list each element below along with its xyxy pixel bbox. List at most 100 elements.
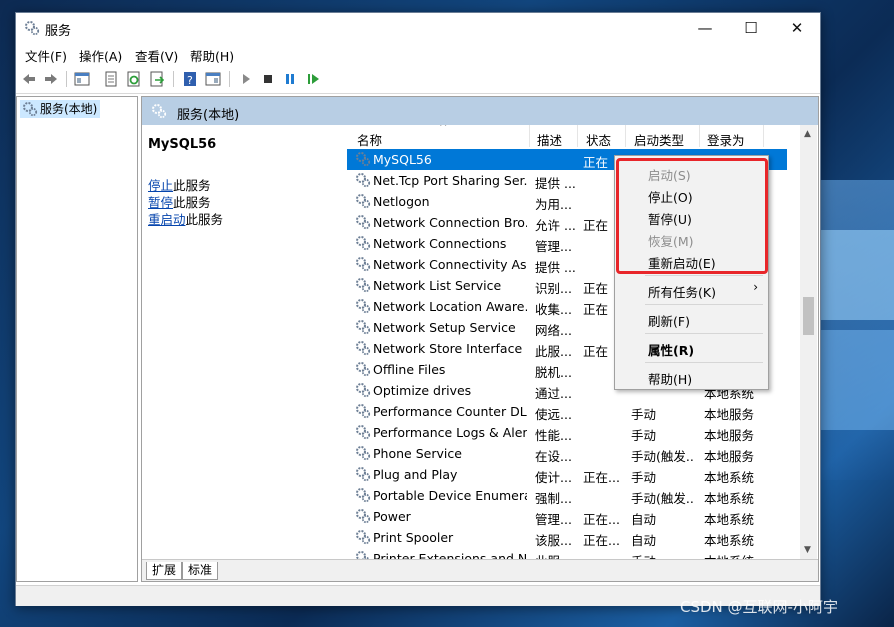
restart-service-icon[interactable] bbox=[305, 71, 321, 87]
column-divider[interactable] bbox=[699, 125, 700, 147]
table-row[interactable]: Performance Logs & Aler... 性能... 手动 本地服务 bbox=[347, 422, 787, 443]
stop-service-link[interactable]: 停止 bbox=[148, 178, 173, 193]
column-startup-type[interactable]: 启动类型 bbox=[634, 130, 684, 149]
action-suffix: 此服务 bbox=[185, 212, 224, 227]
service-status-cell: 正在... bbox=[583, 533, 620, 548]
menu-view[interactable]: 查看(V) bbox=[135, 46, 178, 65]
action-suffix: 此服务 bbox=[173, 178, 211, 193]
start-service-icon[interactable] bbox=[238, 71, 254, 87]
service-gear-icon bbox=[356, 173, 371, 188]
context-menu-properties[interactable]: 属性(R) bbox=[648, 340, 694, 359]
menu-help[interactable]: 帮助(H) bbox=[190, 46, 234, 65]
service-description-cell: 脱机... bbox=[535, 365, 572, 380]
service-gear-icon bbox=[356, 425, 371, 440]
column-name[interactable]: 名称 bbox=[357, 130, 382, 149]
pause-service-icon[interactable] bbox=[282, 71, 298, 87]
close-button[interactable]: ✕ bbox=[774, 13, 820, 43]
forward-icon[interactable] bbox=[43, 71, 59, 87]
service-gear-icon bbox=[356, 341, 371, 356]
tab-extended[interactable]: 扩展 bbox=[146, 562, 183, 580]
service-name-cell: Net.Tcp Port Sharing Ser... bbox=[373, 173, 527, 188]
maximize-button[interactable]: ☐ bbox=[728, 13, 774, 43]
window-title: 服务 bbox=[45, 24, 72, 39]
service-gear-icon bbox=[356, 362, 371, 377]
service-status-cell: 正在... bbox=[583, 512, 620, 527]
context-menu-all-tasks[interactable]: 所有任务(K) bbox=[648, 282, 716, 301]
title-bar: 服务 — ☐ ✕ bbox=[16, 13, 820, 43]
service-gear-icon bbox=[356, 530, 371, 545]
scrollbar-thumb[interactable] bbox=[803, 297, 814, 335]
export-icon[interactable] bbox=[149, 71, 165, 87]
table-row[interactable]: Portable Device Enumera... 强制... 手动(触发... 本… bbox=[347, 485, 787, 506]
properties-icon[interactable] bbox=[103, 71, 119, 87]
action-suffix: 此服务 bbox=[173, 195, 211, 210]
tab-standard[interactable]: 标准 bbox=[182, 562, 219, 580]
context-menu-separator bbox=[645, 304, 763, 305]
highlight-annotation-box bbox=[616, 158, 768, 274]
back-icon[interactable] bbox=[21, 71, 37, 87]
scroll-down-icon[interactable]: ▼ bbox=[804, 545, 811, 555]
column-status[interactable]: 状态 bbox=[586, 130, 611, 149]
table-row[interactable]: Printer Extensions and N... 此服... 手动 本地系统 bbox=[347, 548, 787, 559]
service-description-cell: 网络... bbox=[535, 323, 572, 338]
service-gear-icon bbox=[356, 320, 371, 335]
tree-node-services-local[interactable]: 服务(本地) bbox=[20, 100, 101, 118]
service-name-cell: Optimize drives bbox=[373, 383, 472, 398]
show-hide-action-pane-icon[interactable] bbox=[205, 71, 221, 87]
table-row[interactable]: Phone Service 在设... 手动(触发... 本地服务 bbox=[347, 443, 787, 464]
service-status-cell: 正在... bbox=[583, 470, 620, 485]
pane-title: 服务(本地) bbox=[177, 108, 240, 123]
service-startup-type-cell: 手动 bbox=[631, 407, 657, 422]
menu-action[interactable]: 操作(A) bbox=[79, 46, 122, 65]
desktop-window-logo-pane bbox=[820, 330, 894, 430]
service-description-cell: 提供 ... bbox=[535, 176, 575, 191]
context-menu-refresh[interactable]: 刷新(F) bbox=[648, 311, 690, 330]
scroll-up-icon[interactable]: ▲ bbox=[804, 129, 811, 139]
service-name-cell: Netlogon bbox=[373, 194, 430, 209]
pause-service-link[interactable]: 暂停 bbox=[148, 195, 173, 210]
service-name-cell: Print Spooler bbox=[373, 530, 454, 545]
submenu-arrow-icon: › bbox=[753, 280, 758, 294]
service-gear-icon bbox=[356, 551, 370, 559]
service-startup-type-cell: 自动 bbox=[631, 512, 657, 527]
service-name-cell: Power bbox=[373, 509, 411, 524]
column-divider[interactable] bbox=[577, 125, 578, 147]
toolbar: ? bbox=[16, 65, 820, 94]
service-gear-icon bbox=[356, 404, 371, 419]
desktop-window-logo-pane bbox=[820, 230, 894, 320]
service-description-cell: 管理... bbox=[535, 512, 572, 527]
context-menu-help[interactable]: 帮助(H) bbox=[648, 369, 692, 388]
column-divider[interactable] bbox=[763, 125, 764, 147]
service-gear-icon bbox=[356, 488, 371, 503]
service-name-cell: Performance Counter DL... bbox=[373, 404, 527, 419]
service-name-cell: Network Store Interface ... bbox=[373, 341, 527, 356]
context-menu-separator bbox=[645, 333, 763, 334]
help-icon[interactable]: ? bbox=[182, 71, 198, 87]
column-log-on-as[interactable]: 登录为 bbox=[707, 130, 745, 149]
service-description-cell: 使远... bbox=[535, 407, 572, 422]
service-description-cell: 提供 ... bbox=[535, 260, 575, 275]
column-description[interactable]: 描述 bbox=[537, 130, 562, 149]
service-gear-icon bbox=[356, 509, 371, 524]
menu-bar: 文件(F) 操作(A) 查看(V) 帮助(H) bbox=[16, 43, 820, 65]
table-row[interactable]: Performance Counter DL... 使远... 手动 本地服务 bbox=[347, 401, 787, 422]
refresh-icon[interactable] bbox=[126, 71, 142, 87]
vertical-scrollbar[interactable]: ▲ ▼ bbox=[800, 125, 817, 559]
service-description-cell: 识别... bbox=[535, 281, 572, 296]
column-divider[interactable] bbox=[625, 125, 626, 147]
minimize-button[interactable]: — bbox=[682, 13, 728, 43]
table-row[interactable]: Power 管理... 正在... 自动 本地系统 bbox=[347, 506, 787, 527]
tree-pane: 服务(本地) bbox=[16, 96, 138, 582]
watermark: CSDN @互联网-小阿宇 bbox=[680, 598, 838, 616]
table-row[interactable]: Plug and Play 使计... 正在... 手动 本地系统 bbox=[347, 464, 787, 485]
stop-service-icon[interactable] bbox=[260, 71, 276, 87]
restart-service-link[interactable]: 重启动 bbox=[148, 212, 186, 227]
menu-file[interactable]: 文件(F) bbox=[25, 46, 67, 65]
toolbar-separator bbox=[173, 71, 174, 87]
show-hide-tree-icon[interactable] bbox=[74, 71, 90, 87]
table-row[interactable]: Print Spooler 该服... 正在... 自动 本地系统 bbox=[347, 527, 787, 548]
column-divider[interactable] bbox=[529, 125, 530, 147]
services-gear-icon bbox=[152, 104, 167, 119]
service-startup-type-cell: 自动 bbox=[631, 533, 657, 548]
service-gear-icon bbox=[356, 215, 371, 230]
